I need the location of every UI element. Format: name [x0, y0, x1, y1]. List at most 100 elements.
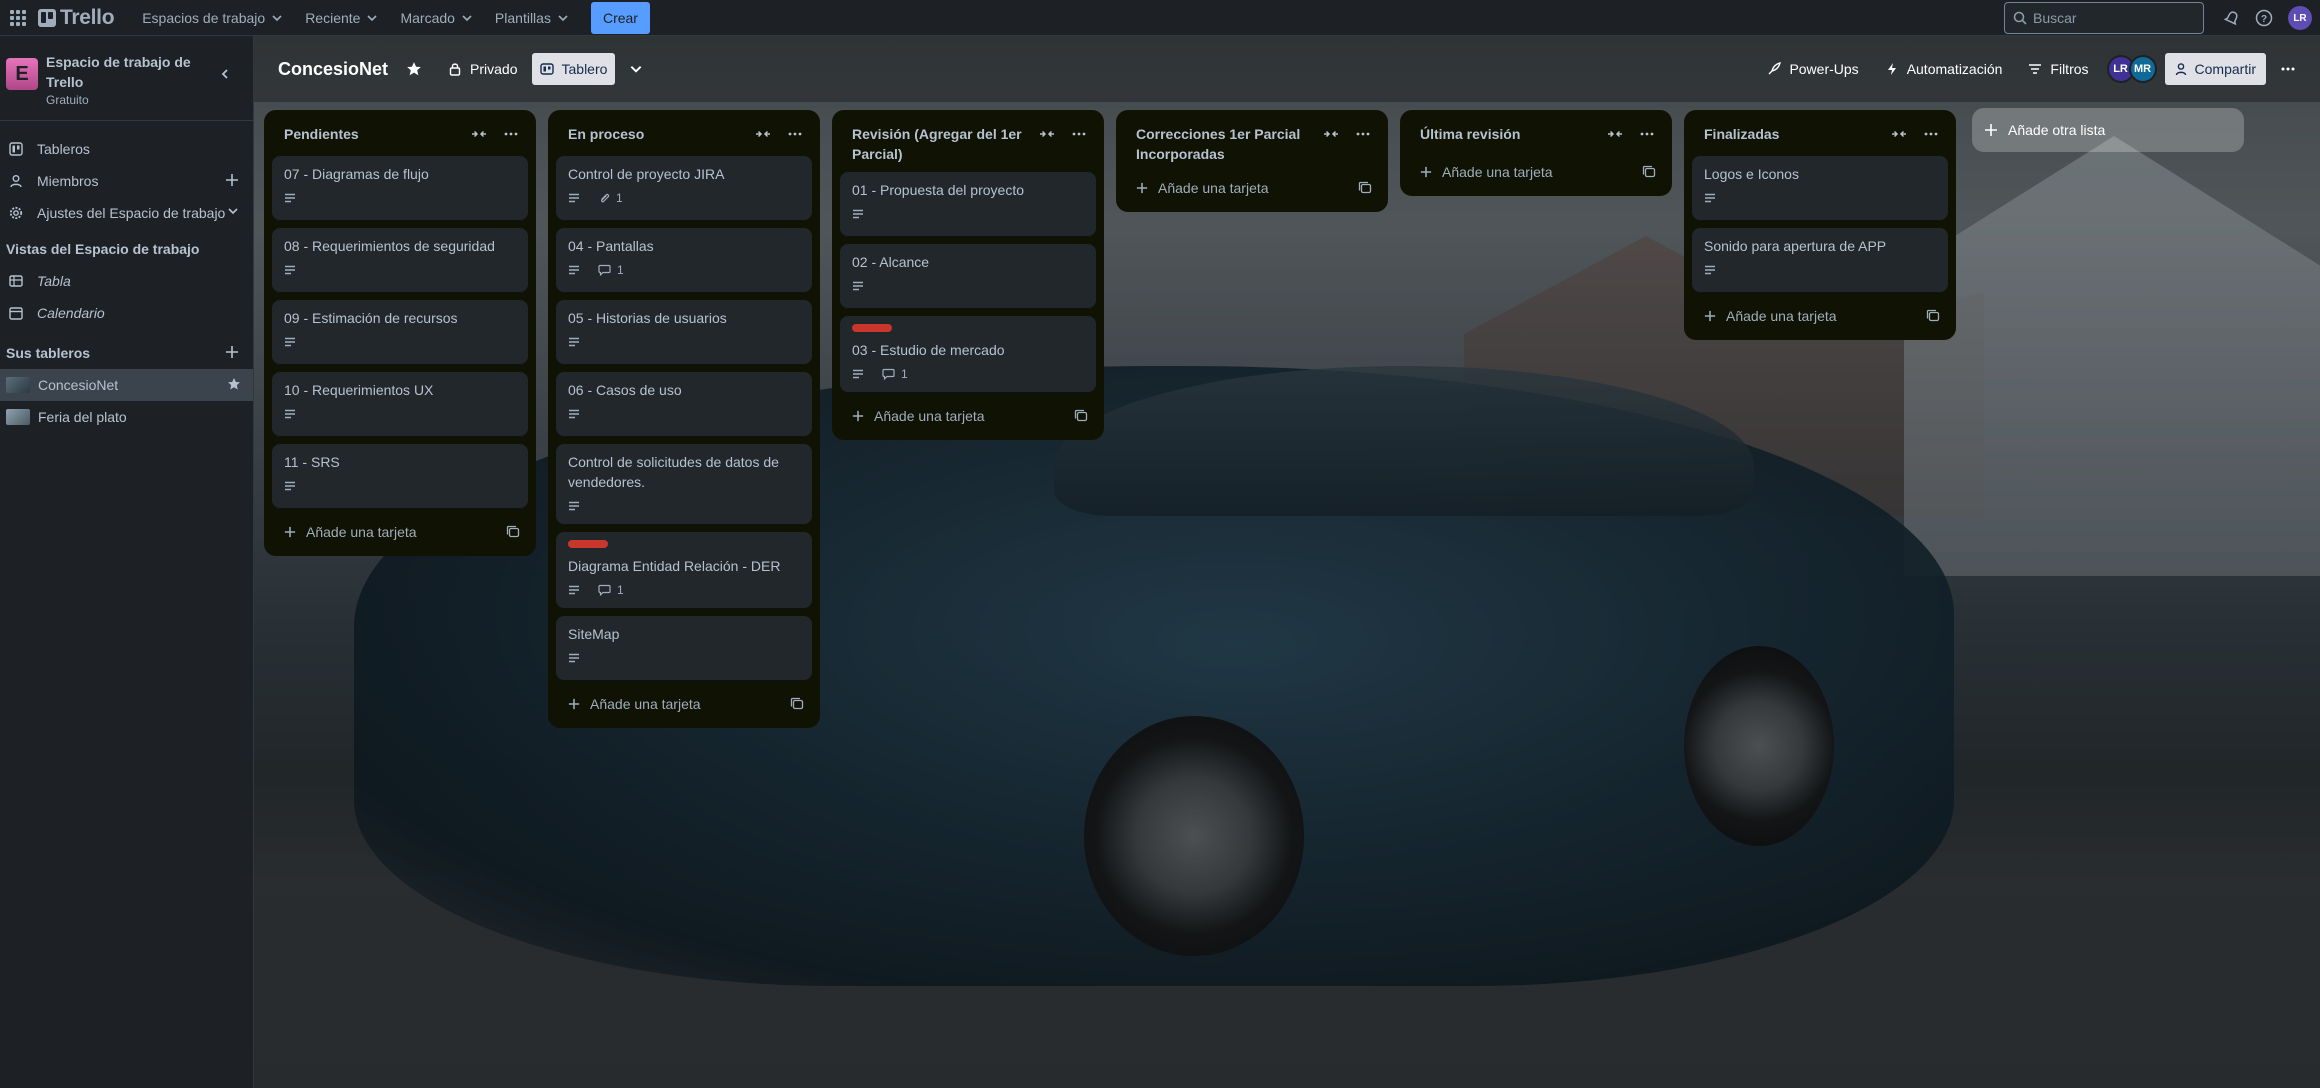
card[interactable]: 03 - Estudio de mercado 1 — [840, 316, 1096, 392]
card[interactable]: 06 - Casos de uso — [556, 372, 812, 436]
sidebar-board-feria-del-plato[interactable]: Feria del plato — [0, 401, 253, 433]
visibility-button[interactable]: Privado — [440, 53, 525, 85]
card[interactable]: SiteMap — [556, 616, 812, 680]
card-template-icon[interactable] — [1074, 409, 1088, 423]
sidebar-item-members[interactable]: Miembros — [0, 165, 253, 197]
card-badges — [852, 274, 1084, 298]
card[interactable]: 08 - Requerimientos de seguridad — [272, 228, 528, 292]
star-icon[interactable] — [406, 61, 422, 77]
card-template-icon[interactable] — [790, 697, 804, 711]
sidebar-item-boards[interactable]: Tableros — [0, 133, 253, 165]
workspace-avatar[interactable]: E — [6, 58, 38, 90]
list-menu-icon[interactable] — [1918, 124, 1944, 144]
collapse-list-icon[interactable] — [1034, 124, 1060, 144]
card-title: 09 - Estimación de recursos — [284, 310, 458, 326]
add-card-button[interactable]: Añade una tarjeta — [1408, 156, 1664, 188]
collapse-sidebar-icon[interactable] — [219, 68, 231, 80]
card-label[interactable] — [852, 324, 892, 332]
card-template-icon[interactable] — [1926, 309, 1940, 323]
recent-menu[interactable]: Reciente — [297, 2, 386, 34]
add-card-button[interactable]: Añade una tarjeta — [556, 688, 812, 720]
app-switcher-icon[interactable] — [8, 8, 28, 28]
card-template-icon[interactable] — [506, 525, 520, 539]
collapse-list-icon[interactable] — [1602, 124, 1628, 144]
user-avatar[interactable]: LR — [2288, 6, 2312, 30]
card[interactable]: 04 - Pantallas 1 — [556, 228, 812, 292]
notifications-icon[interactable] — [2220, 6, 2244, 30]
list-menu-icon[interactable] — [1350, 124, 1376, 144]
add-card-button[interactable]: Añade una tarjeta — [1692, 300, 1948, 332]
card[interactable]: 01 - Propuesta del proyecto — [840, 172, 1096, 236]
list-title[interactable]: Pendientes — [284, 124, 359, 144]
card-template-icon[interactable] — [1642, 165, 1656, 179]
star-icon[interactable] — [227, 377, 241, 391]
board-menu-button[interactable] — [2272, 53, 2312, 85]
starred-menu[interactable]: Marcado — [392, 2, 480, 34]
collapse-list-icon[interactable] — [750, 124, 776, 144]
card[interactable]: Diagrama Entidad Relación - DER 1 — [556, 532, 812, 608]
add-board-icon[interactable] — [225, 345, 239, 359]
trello-logo[interactable]: Trello — [38, 6, 115, 30]
add-card-button[interactable]: Añade una tarjeta — [272, 516, 528, 548]
card-template-icon[interactable] — [1358, 181, 1372, 195]
collapse-list-icon[interactable] — [1318, 124, 1344, 144]
add-member-icon[interactable] — [225, 173, 239, 187]
list-title[interactable]: Correcciones 1er Parcial Incorporadas — [1136, 124, 1320, 164]
comment-count: 1 — [617, 263, 624, 277]
collapse-list-icon[interactable] — [466, 124, 492, 144]
search-input[interactable]: Buscar — [2004, 2, 2204, 34]
workspace-name[interactable]: Espacio de trabajo de Trello — [46, 52, 196, 92]
list-header[interactable]: Finalizadas — [1692, 118, 1948, 154]
sidebar-item-calendar-view[interactable]: Calendario — [0, 297, 253, 329]
card[interactable]: 05 - Historias de usuarios — [556, 300, 812, 364]
list-menu-icon[interactable] — [1634, 124, 1660, 144]
list-menu-icon[interactable] — [498, 124, 524, 144]
card[interactable]: Logos e Iconos — [1692, 156, 1948, 220]
collapse-list-icon[interactable] — [1886, 124, 1912, 144]
view-switcher-button[interactable] — [621, 53, 659, 85]
power-ups-button[interactable]: Power-Ups — [1759, 53, 1866, 85]
automation-button[interactable]: Automatización — [1877, 53, 2011, 85]
card[interactable]: Sonido para apertura de APP — [1692, 228, 1948, 292]
card[interactable]: Control de proyecto JIRA 1 — [556, 156, 812, 220]
trello-logo-icon — [38, 8, 56, 27]
list-header[interactable]: Última revisión — [1408, 118, 1664, 154]
list-header[interactable]: Correcciones 1er Parcial Incorporadas — [1124, 118, 1380, 170]
chevron-down-icon[interactable] — [227, 205, 239, 217]
sidebar-board-concesionet[interactable]: ConcesioNet — [0, 369, 253, 401]
list-header[interactable]: Pendientes — [272, 118, 528, 154]
card[interactable]: Control de solicitudes de datos de vende… — [556, 444, 812, 524]
card-badges — [852, 202, 1084, 226]
list-menu-icon[interactable] — [782, 124, 808, 144]
list-header[interactable]: Revisión (Agregar del 1er Parcial) — [840, 118, 1096, 170]
card[interactable]: 02 - Alcance — [840, 244, 1096, 308]
share-button[interactable]: Compartir — [2164, 53, 2266, 85]
list-title[interactable]: Revisión (Agregar del 1er Parcial) — [852, 124, 1036, 164]
board-view-button[interactable]: Tablero — [531, 53, 616, 85]
list-menu-icon[interactable] — [1066, 124, 1092, 144]
templates-menu[interactable]: Plantillas — [487, 2, 577, 34]
help-icon[interactable]: ? — [2252, 6, 2276, 30]
lock-icon — [449, 63, 461, 76]
board-title[interactable]: ConcesioNet — [278, 59, 388, 80]
your-boards-heading: Sus tableros — [0, 337, 253, 369]
member-avatar[interactable]: MR — [2128, 55, 2157, 83]
comment-count: 1 — [901, 367, 908, 381]
filters-button[interactable]: Filtros — [2020, 53, 2096, 85]
add-list-button[interactable]: Añade otra lista — [1972, 108, 2244, 152]
sidebar-item-table-view[interactable]: Tabla — [0, 265, 253, 297]
add-card-button[interactable]: Añade una tarjeta — [1124, 172, 1380, 204]
list-title[interactable]: En proceso — [568, 124, 644, 144]
add-card-button[interactable]: Añade una tarjeta — [840, 400, 1096, 432]
card[interactable]: 10 - Requerimientos UX — [272, 372, 528, 436]
card[interactable]: 07 - Diagramas de flujo — [272, 156, 528, 220]
create-button[interactable]: Crear — [590, 1, 650, 34]
sidebar-item-workspace-settings[interactable]: Ajustes del Espacio de trabajo — [0, 197, 253, 229]
workspaces-menu[interactable]: Espacios de trabajo — [134, 2, 291, 34]
list-header[interactable]: En proceso — [556, 118, 812, 154]
card[interactable]: 11 - SRS — [272, 444, 528, 508]
card-label[interactable] — [568, 540, 608, 548]
list-title[interactable]: Última revisión — [1420, 124, 1520, 144]
list-title[interactable]: Finalizadas — [1704, 124, 1779, 144]
card[interactable]: 09 - Estimación de recursos — [272, 300, 528, 364]
